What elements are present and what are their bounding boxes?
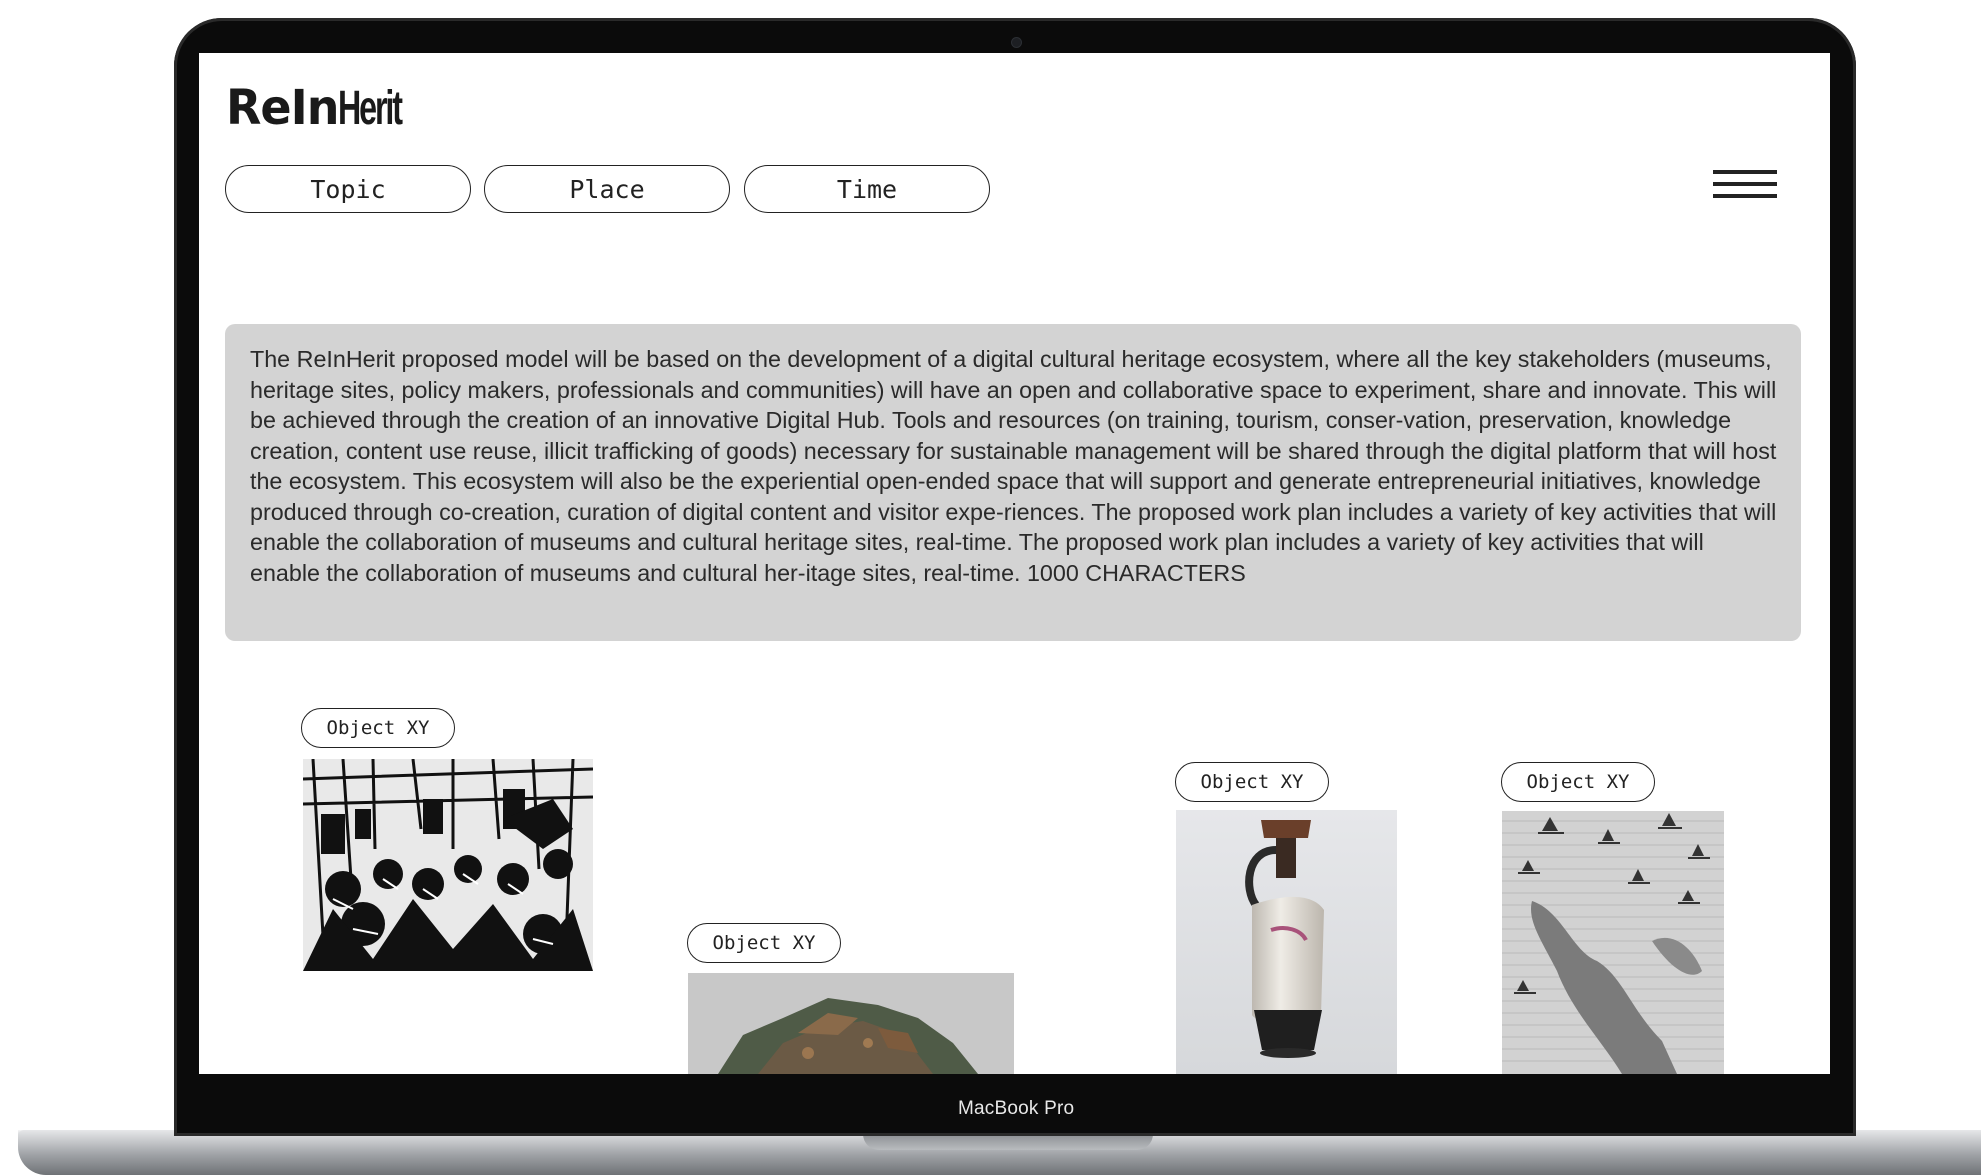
logo-part1: ReIn: [226, 78, 339, 136]
filter-place-button[interactable]: Place: [484, 165, 730, 213]
object-image-sea-map[interactable]: [1502, 811, 1724, 1074]
object-tag-3[interactable]: Object XY: [1175, 762, 1329, 802]
hamburger-menu-icon[interactable]: [1713, 170, 1777, 204]
sculpted-landscape-model-icon: [688, 973, 1014, 1074]
object-image-landscape-model[interactable]: [688, 973, 1014, 1074]
greek-lekythos-vase-icon: [1176, 810, 1397, 1074]
filter-topic-button[interactable]: Topic: [225, 165, 471, 213]
logo-part2: Herit: [338, 79, 403, 135]
object-tag-2[interactable]: Object XY: [687, 923, 841, 963]
device-label-text: MacBook Pro: [958, 1098, 1075, 1119]
object-image-woodcut[interactable]: [303, 759, 593, 971]
engraved-sea-map-with-ships-icon: [1502, 811, 1724, 1074]
filter-time-button[interactable]: Time: [744, 165, 990, 213]
browser-viewport: ReInHerit Topic Place Time The ReInHerit…: [199, 53, 1830, 1074]
object-image-vase[interactable]: [1176, 810, 1397, 1074]
laptop-hinge-notch: [863, 1134, 1153, 1150]
site-logo[interactable]: ReInHerit: [226, 79, 428, 136]
intro-text-block: The ReInHerit proposed model will be bas…: [225, 324, 1801, 641]
object-tag-4[interactable]: Object XY: [1501, 762, 1655, 802]
object-tag-1[interactable]: Object XY: [301, 708, 455, 748]
webcam-icon: [1012, 38, 1021, 47]
woodcut-crowd-print-icon: [303, 759, 593, 971]
